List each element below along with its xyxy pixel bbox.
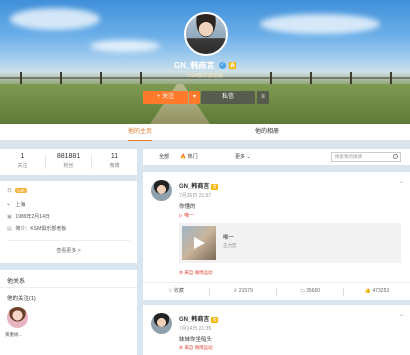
- post-text: 你懂的: [179, 204, 196, 210]
- favorite-label: 收藏: [173, 288, 184, 294]
- more-button[interactable]: ≡: [257, 91, 269, 104]
- post-avatar[interactable]: [151, 313, 172, 334]
- bio-text: KSM俱乐部老板: [30, 226, 67, 232]
- music-cover[interactable]: [182, 226, 216, 260]
- music-title: 唯一: [223, 235, 235, 241]
- post-source-text: 来自 微博运动: [184, 345, 213, 350]
- profile-cover: GN_韩商言 ✓ 会 KSM俱乐部老板 + 关注 ▾ 私信 ≡: [0, 0, 410, 124]
- location-icon: ⌖: [7, 202, 10, 208]
- birthday-text: 1989年2月14日: [15, 214, 50, 220]
- cover-cloud: [90, 40, 160, 52]
- bio-label: 简介：: [15, 226, 31, 232]
- post-source[interactable]: ⚙ 来自 微博运动: [179, 270, 213, 276]
- member-badge-icon: 会: [211, 184, 218, 190]
- thumbs-up-icon: 👍: [364, 288, 372, 294]
- feed-search-input[interactable]: 搜索我的微博: [331, 152, 401, 162]
- menu-icon: ≡: [261, 94, 265, 100]
- following-avatar[interactable]: [7, 307, 28, 328]
- post-text: 妹妹你坐船头: [179, 337, 213, 343]
- stat-label: 关注: [17, 163, 28, 169]
- bio-icon: ▤: [7, 226, 12, 232]
- post-actions: ☆ 收藏 ⇪ 21579 ▭ 35660 👍 473253: [143, 282, 410, 300]
- info-card: 日 Lv6 ⌖ 上海 ▣ 1989年2月14日 ▤ 简介：KSM俱乐部老板 查看…: [0, 181, 137, 263]
- verified-icon: ✓: [218, 62, 226, 70]
- level-badge[interactable]: Lv6: [15, 188, 27, 193]
- stat-value: 1: [20, 153, 25, 160]
- chevron-down-icon[interactable]: ⌄: [399, 178, 404, 185]
- music-link[interactable]: ▷ 唯一: [179, 212, 194, 219]
- post-author[interactable]: GN_韩商言会: [179, 314, 218, 323]
- post-avatar[interactable]: [151, 180, 172, 201]
- follows-title: 他关系: [7, 279, 26, 285]
- location-pin-icon: ⚙: [179, 270, 184, 275]
- stat-followers[interactable]: 881881 粉丝: [46, 153, 91, 169]
- post-time[interactable]: 7月24日 21:35: [179, 325, 211, 332]
- stat-value: 881881: [56, 153, 81, 160]
- member-badge-icon: 会: [211, 317, 218, 323]
- stat-label: 微博: [109, 163, 120, 169]
- stat-following[interactable]: 1 关注: [0, 153, 45, 169]
- post-author-name: GN_韩商言: [179, 184, 210, 190]
- level-row: 日 Lv6: [7, 187, 27, 194]
- tab-album[interactable]: 他的相册: [255, 124, 279, 141]
- music-artist: 王力宏: [223, 243, 237, 248]
- follows-card: 他关系 他的关注(1) 黄墨妍...: [0, 270, 137, 355]
- cover-cloud: [260, 14, 380, 34]
- chevron-down-icon: ▾: [192, 94, 196, 100]
- like-button[interactable]: 👍 473253: [344, 283, 410, 301]
- profile-avatar[interactable]: [184, 12, 228, 56]
- see-more-link[interactable]: 查看更多 >: [0, 247, 137, 254]
- post-time[interactable]: 7月26日 21:57: [179, 192, 211, 199]
- member-badge-icon: 会: [228, 62, 236, 70]
- following-name[interactable]: 黄墨妍...: [5, 332, 22, 338]
- post-source-text: 来自 微博运动: [184, 270, 213, 275]
- repost-count: 21579: [238, 288, 253, 294]
- cover-cloud: [10, 8, 100, 30]
- comment-icon: ▭: [299, 288, 305, 294]
- profile-tabbar: 他的主页 他的相册: [0, 124, 410, 141]
- stat-value: 11: [110, 153, 119, 160]
- comment-count: 35660: [306, 288, 321, 294]
- repost-icon: ⇪: [233, 288, 238, 294]
- feed-filter-bar: 全部 🔥 热门 更多 ⌄ 搜索我的微博: [143, 149, 410, 165]
- play-icon[interactable]: [194, 237, 205, 249]
- profile-name: GN_韩商言: [174, 61, 215, 70]
- location-row: ⌖ 上海: [7, 201, 25, 208]
- music-card[interactable]: 唯一 王力宏: [179, 223, 401, 263]
- divider: [0, 287, 137, 288]
- search-icon[interactable]: [393, 154, 398, 159]
- filter-more[interactable]: 更多 ⌄: [235, 149, 251, 165]
- location-text: 上海: [15, 202, 26, 208]
- comment-button[interactable]: ▭ 35660: [277, 283, 343, 301]
- post-author-name: GN_韩商言: [179, 317, 210, 323]
- chevron-down-icon[interactable]: ⌄: [399, 311, 404, 318]
- follow-button[interactable]: + 关注: [143, 91, 188, 104]
- feed-post: GN_韩商言会 7月26日 21:57 ⌄ 你懂的 ▷ 唯一 唯一 王力宏 ⚙ …: [143, 172, 410, 300]
- stat-label: 粉丝: [63, 163, 74, 169]
- favorite-button[interactable]: ☆ 收藏: [143, 283, 209, 301]
- tab-home[interactable]: 他的主页: [128, 124, 153, 141]
- bio-row: ▤ 简介：KSM俱乐部老板: [7, 225, 66, 232]
- star-icon: ☆: [168, 288, 173, 294]
- stat-posts[interactable]: 11 微博: [92, 153, 137, 169]
- filter-hot[interactable]: 🔥 热门: [180, 149, 198, 165]
- message-button[interactable]: 私信: [201, 91, 255, 104]
- post-source[interactable]: ⚙ 来自 微博运动: [179, 345, 213, 351]
- post-author[interactable]: GN_韩商言会: [179, 181, 218, 190]
- level-prefix: 日: [7, 188, 13, 194]
- repost-button[interactable]: ⇪ 21579: [210, 283, 276, 301]
- stats-card: 1 关注 881881 粉丝 11 微博: [0, 149, 137, 175]
- profile-name-row: GN_韩商言 ✓ 会: [0, 60, 410, 71]
- location-pin-icon: ⚙: [179, 345, 184, 350]
- divider: [7, 240, 130, 241]
- search-placeholder: 搜索我的微博: [335, 154, 362, 159]
- filter-all[interactable]: 全部: [159, 149, 169, 165]
- following-count-link[interactable]: 他的关注(1): [7, 294, 36, 302]
- like-count: 473253: [372, 288, 390, 294]
- follow-dropdown-button[interactable]: ▾: [189, 91, 200, 104]
- gift-icon: ▣: [7, 214, 12, 220]
- birthday-row: ▣ 1989年2月14日: [7, 213, 50, 220]
- feed-post: GN_韩商言会 7月24日 21:35 ⌄ 妹妹你坐船头 ⚙ 来自 微博运动: [143, 305, 410, 355]
- verify-text: KSM俱乐部老板: [187, 73, 223, 79]
